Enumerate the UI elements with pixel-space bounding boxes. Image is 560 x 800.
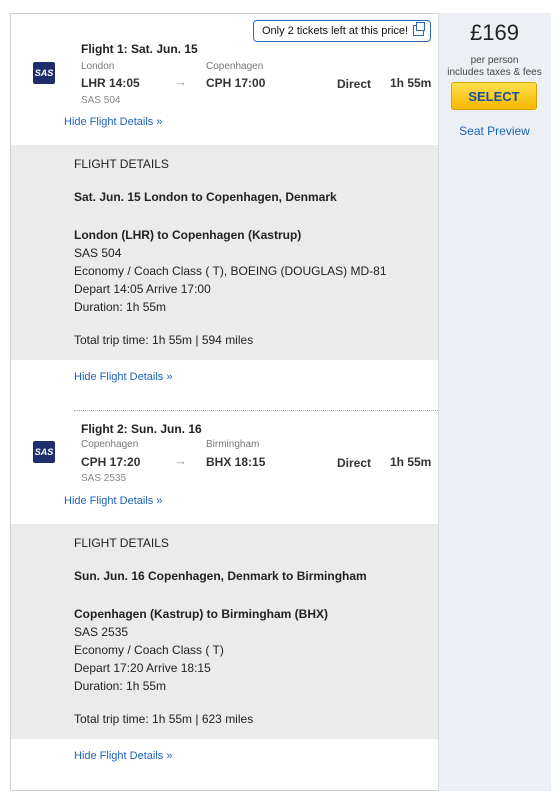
price-amount: £169	[470, 20, 519, 45]
tickets-left-text: Only 2 tickets left at this price!	[262, 25, 409, 37]
flight-2-route-date: Sun. Jun. 16 Copenhagen, Denmark to Birm…	[74, 569, 367, 583]
flight-2-number: SAS 2535	[81, 473, 127, 484]
flight-2-title: Flight 2: Sun. Jun. 16	[81, 422, 202, 436]
flight-2-cabin: Economy / Coach Class ( T)	[74, 643, 224, 657]
flight-2-total-trip: Total trip time: 1h 55m | 623 miles	[74, 712, 254, 726]
hide-flight-1-details-link[interactable]: Hide Flight Details »	[64, 116, 162, 128]
flight-2-segment: Copenhagen (Kastrup) to Birmingham (BHX)	[74, 607, 328, 621]
flight-1-origin-city: London	[81, 61, 115, 72]
flight-divider	[74, 410, 438, 411]
flight-1-origin-time: LHR 14:05	[81, 76, 140, 90]
flight-2-times: Depart 17:20 Arrive 18:15	[74, 661, 211, 675]
flight-1-cabin: Economy / Coach Class ( T), BOEING (DOUG…	[74, 264, 387, 278]
hide-flight-2-details-bottom-link[interactable]: Hide Flight Details »	[74, 750, 172, 762]
flight-2-details-duration: Duration: 1h 55m	[74, 679, 167, 693]
flight-1-number: SAS 504	[81, 95, 121, 106]
flight-2-details-number: SAS 2535	[74, 625, 129, 639]
sas-logo: SAS	[33, 62, 55, 84]
flight-1-dest-city: Copenhagen	[206, 61, 264, 72]
includes-taxes-label: includes taxes & fees	[447, 67, 542, 78]
flight-1-times: Depart 14:05 Arrive 17:00	[74, 282, 211, 296]
flight-1-duration: 1h 55m	[390, 76, 432, 90]
arrow-right-icon: →	[174, 74, 187, 89]
flight-2-origin-city: Copenhagen	[81, 439, 139, 450]
flight-1-details-heading: FLIGHT DETAILS	[74, 157, 169, 171]
flight-2-origin-time: CPH 17:20	[81, 455, 141, 469]
flight-2-dest-city: Birmingham	[206, 439, 260, 450]
flight-1-route-date: Sat. Jun. 15 London to Copenhagen, Denma…	[74, 190, 337, 204]
arrow-right-icon: →	[174, 453, 187, 468]
flight-1-total-trip: Total trip time: 1h 55m | 594 miles	[74, 333, 254, 347]
flight-1-title: Flight 1: Sat. Jun. 15	[81, 42, 198, 56]
select-button[interactable]: SELECT	[451, 82, 537, 110]
seat-preview-link[interactable]: Seat Preview	[438, 124, 551, 138]
flight-1-stops: Direct	[337, 77, 372, 91]
hide-flight-1-details-bottom-link[interactable]: Hide Flight Details »	[74, 371, 172, 383]
price-note: per person includes taxes & fees	[438, 55, 551, 79]
flight-2-dest-time: BHX 18:15	[206, 455, 266, 469]
flight-2-duration: 1h 55m	[390, 455, 432, 469]
per-person-label: per person	[470, 55, 519, 66]
flight-1-details-duration: Duration: 1h 55m	[74, 300, 167, 314]
tickets-left-alert[interactable]: Only 2 tickets left at this price!	[253, 20, 431, 42]
external-link-icon	[413, 22, 425, 36]
flight-1-dest-time: CPH 17:00	[206, 76, 266, 90]
flight-1-details-number: SAS 504	[74, 246, 122, 260]
flight-2-details-heading: FLIGHT DETAILS	[74, 536, 169, 550]
hide-flight-2-details-link[interactable]: Hide Flight Details »	[64, 495, 162, 507]
sas-logo: SAS	[33, 441, 55, 463]
flight-2-stops: Direct	[337, 456, 372, 470]
flight-1-segment: London (LHR) to Copenhagen (Kastrup)	[74, 228, 302, 242]
